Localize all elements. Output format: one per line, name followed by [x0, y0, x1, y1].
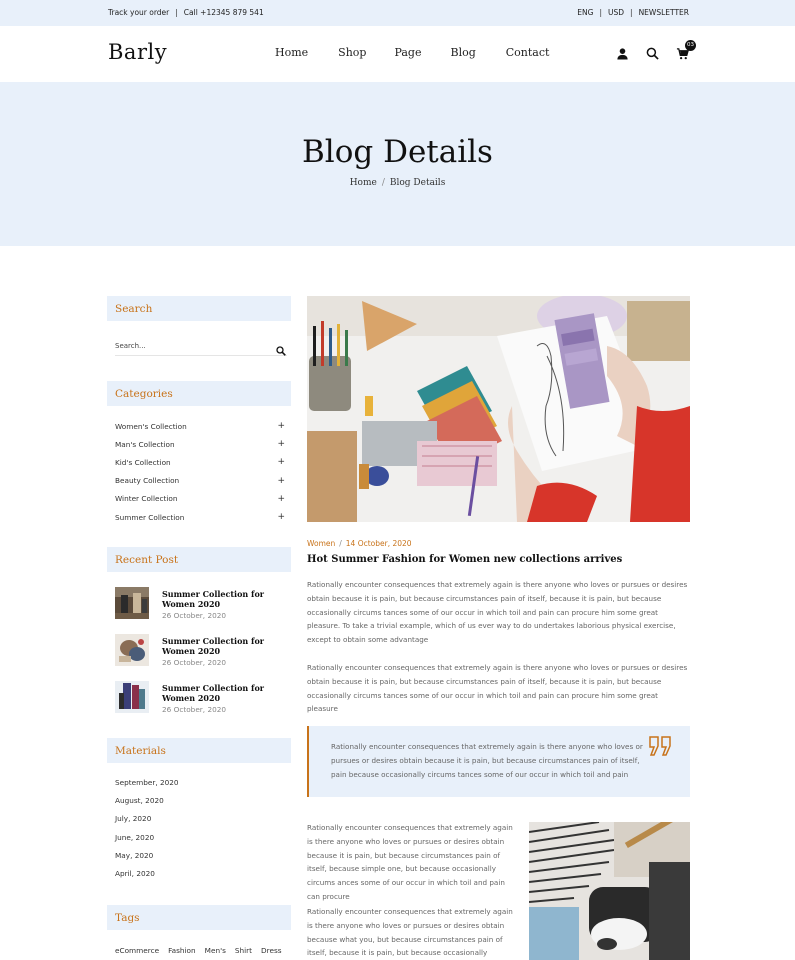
cart-icon[interactable]: 03: [676, 40, 696, 60]
featured-image: [307, 296, 690, 522]
category-item[interactable]: Man's Collection +: [115, 435, 285, 453]
top-bar-right: ENG | USD | NEWSLETTER: [577, 8, 689, 17]
post-paragraph: Rationally encounter consequences that e…: [307, 907, 513, 958]
breadcrumb-current: Blog Details: [389, 178, 446, 188]
archive-item[interactable]: June, 2020: [115, 829, 179, 847]
plus-icon[interactable]: +: [277, 494, 285, 504]
breadcrumb: Home / Blog Details: [0, 178, 795, 188]
tag-list: eCommerce Fashion Men's Shirt Dress: [115, 946, 282, 955]
plus-icon[interactable]: +: [277, 439, 285, 449]
post-category[interactable]: Women: [307, 539, 335, 548]
header-icons: 03: [616, 40, 696, 60]
inline-post-image: [529, 822, 690, 960]
archive-item[interactable]: September, 2020: [115, 774, 179, 792]
archive-list: September, 2020 August, 2020 July, 2020 …: [115, 774, 179, 883]
nav-page[interactable]: Page: [394, 46, 421, 59]
cart-count-badge: 03: [685, 40, 696, 51]
post-paragraph: Rationally encounter consequences that e…: [307, 823, 513, 901]
page-title: Blog Details: [302, 134, 493, 170]
search-icon[interactable]: [646, 45, 660, 60]
tag-item[interactable]: Dress: [261, 946, 282, 955]
tag-item[interactable]: Men's: [205, 946, 226, 955]
recent-post-title[interactable]: Summer Collection for Women 2020: [162, 683, 272, 703]
divider: |: [175, 8, 178, 17]
main-nav: Home Shop Page Blog Contact: [275, 46, 549, 59]
plus-icon[interactable]: +: [277, 457, 285, 467]
archive-item[interactable]: July, 2020: [115, 810, 179, 828]
quote-text: Rationally encounter consequences that e…: [331, 742, 643, 779]
post-meta: Women /14 October, 2020: [307, 539, 412, 548]
user-icon[interactable]: [616, 45, 630, 60]
currency-selector[interactable]: USD: [608, 8, 624, 17]
track-order-link[interactable]: Track your order: [108, 8, 169, 17]
tags-widget-title: Tags: [107, 905, 291, 930]
category-item[interactable]: Winter Collection +: [115, 490, 285, 508]
nav-contact[interactable]: Contact: [506, 46, 550, 59]
recent-post-widget-title: Recent Post: [107, 547, 291, 572]
nav-home[interactable]: Home: [275, 46, 308, 59]
category-item[interactable]: Summer Collection +: [115, 508, 285, 526]
archive-item[interactable]: April, 2020: [115, 865, 179, 883]
quote-icon: [648, 735, 674, 757]
plus-icon[interactable]: +: [277, 476, 285, 486]
archive-item[interactable]: August, 2020: [115, 792, 179, 810]
breadcrumb-separator: /: [381, 178, 385, 188]
category-label: Women's Collection: [115, 421, 187, 431]
category-label: Winter Collection: [115, 494, 178, 504]
call-text: Call +12345 879 541: [183, 8, 264, 17]
post-title: Hot Summer Fashion for Women new collect…: [307, 554, 623, 565]
search-input[interactable]: [115, 338, 287, 356]
post-paragraph: Rationally encounter consequences that e…: [307, 663, 688, 714]
recent-post-date: 26 October, 2020: [162, 658, 227, 667]
tag-item[interactable]: Shirt: [235, 946, 252, 955]
recent-post-title[interactable]: Summer Collection for Women 2020: [162, 636, 272, 656]
search-icon[interactable]: [276, 341, 286, 356]
post-paragraph: Rationally encounter consequences that e…: [307, 580, 688, 645]
recent-post-date: 26 October, 2020: [162, 611, 227, 620]
category-label: Kid's Collection: [115, 457, 171, 467]
recent-post-item[interactable]: Summer Collection for Women 2020 26 Octo…: [115, 681, 285, 715]
category-item[interactable]: Women's Collection +: [115, 417, 285, 435]
nav-blog[interactable]: Blog: [450, 46, 475, 59]
logo[interactable]: Barly: [108, 40, 167, 64]
category-item[interactable]: Kid's Collection +: [115, 453, 285, 471]
nav-shop[interactable]: Shop: [338, 46, 366, 59]
meta-separator: /: [339, 539, 342, 548]
recent-post-thumbnail[interactable]: [115, 634, 149, 666]
recent-post-title[interactable]: Summer Collection for Women 2020: [162, 589, 272, 609]
materials-widget-title: Materials: [107, 738, 291, 763]
category-label: Beauty Collection: [115, 476, 180, 486]
language-selector[interactable]: ENG: [577, 8, 593, 17]
blockquote: Rationally encounter consequences that e…: [307, 726, 690, 797]
page-hero: Blog Details Home / Blog Details: [0, 82, 795, 246]
search-widget-title: Search: [107, 296, 291, 321]
tag-item[interactable]: Fashion: [168, 946, 196, 955]
recent-post-item[interactable]: Summer Collection for Women 2020 26 Octo…: [115, 634, 285, 668]
recent-post-thumbnail[interactable]: [115, 587, 149, 619]
archive-item[interactable]: May, 2020: [115, 847, 179, 865]
top-bar: Track your order | Call +12345 879 541 E…: [0, 0, 795, 26]
category-item[interactable]: Beauty Collection +: [115, 472, 285, 490]
recent-post-thumbnail[interactable]: [115, 681, 149, 713]
site-header: Barly Home Shop Page Blog Contact 03: [0, 26, 795, 82]
divider: |: [599, 8, 602, 17]
recent-post-date: 26 October, 2020: [162, 705, 227, 714]
category-list: Women's Collection + Man's Collection + Ki…: [115, 417, 285, 526]
plus-icon[interactable]: +: [277, 512, 285, 522]
tag-item[interactable]: eCommerce: [115, 946, 159, 955]
recent-post-item[interactable]: Summer Collection for Women 2020 26 Octo…: [115, 587, 285, 621]
breadcrumb-home[interactable]: Home: [350, 178, 377, 188]
category-label: Man's Collection: [115, 439, 175, 449]
divider: |: [630, 8, 633, 17]
plus-icon[interactable]: +: [277, 421, 285, 431]
newsletter-link[interactable]: NEWSLETTER: [639, 8, 689, 17]
top-bar-left: Track your order | Call +12345 879 541: [108, 8, 264, 17]
categories-widget-title: Categories: [107, 381, 291, 406]
post-date: 14 October, 2020: [345, 539, 412, 548]
category-label: Summer Collection: [115, 512, 185, 522]
